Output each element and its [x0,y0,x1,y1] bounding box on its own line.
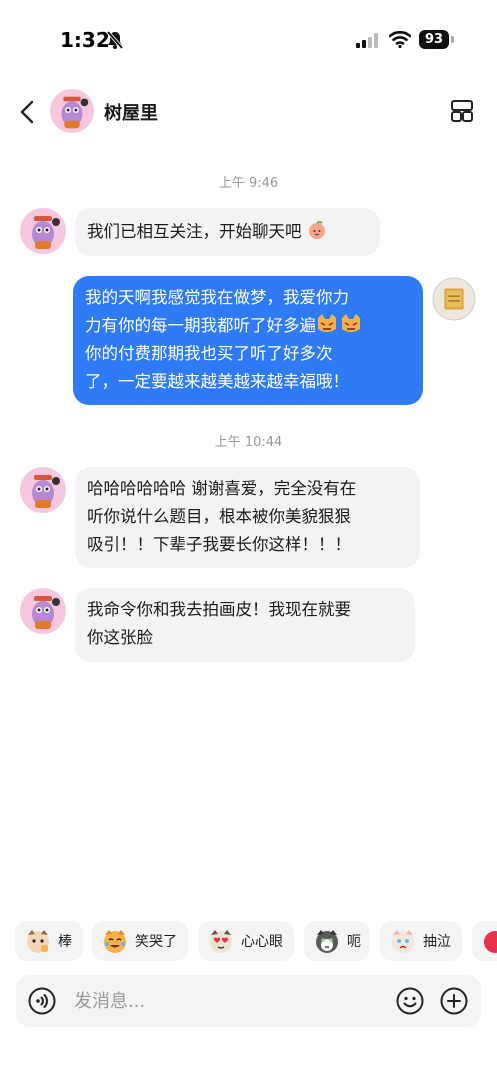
quick-reply-chip-partial[interactable] [472,921,497,961]
cat-heart-eyes-icon [210,930,232,953]
message-line: 哈哈哈哈哈哈 谢谢喜爱，完全没有在 [87,479,357,498]
cat-laugh-cry-icon [104,930,126,953]
cat-emoji-icon [484,931,497,953]
quick-reply-chip[interactable]: 棒 [15,921,83,961]
message-line: 我命令你和我去拍画皮！我现在就要 [87,600,351,619]
message-timestamp: 上午 10:44 [214,435,283,450]
battery-indicator: 93 [419,30,449,49]
quick-reply-chip[interactable]: 呃 [304,921,370,961]
status-time: 1:32 [60,28,110,52]
message-line: 我的天啊我感觉我在做梦，我爱你力 [85,288,349,307]
layout-grid-icon[interactable] [450,99,474,123]
quick-reply-label: 呃 [347,934,361,950]
quick-reply-chip[interactable]: 抽泣 [380,921,462,961]
message-line: 你这张脸 [87,628,153,647]
message-line: 你的付费那期我也买了听了好多次 [85,344,333,363]
avatar[interactable] [20,467,66,513]
avatar[interactable] [50,89,94,133]
quick-reply-chip[interactable]: 笑哭了 [92,921,188,961]
message-bubble-incoming[interactable]: 我命令你和我去拍画皮！我现在就要 你这张脸 [75,588,415,662]
avatar[interactable] [432,277,476,321]
cat-awkward-icon [316,930,338,953]
message-bubble-incoming[interactable]: 我们已相互关注，开始聊天吧 [75,208,380,256]
message-line: 吸引！！下辈子我要长你这样！！！ [87,535,351,554]
quick-reply-label: 抽泣 [423,934,451,950]
quick-reply-bar: 棒 笑哭了 心心眼 呃 抽泣 [0,921,497,963]
wifi-icon [389,30,411,48]
chevron-left-icon[interactable] [16,98,40,126]
voice-icon[interactable] [28,987,56,1015]
page-title: 树屋里 [104,103,158,124]
quick-reply-label: 棒 [58,934,72,950]
cellular-signal-icon [356,33,378,48]
quick-reply-label: 笑哭了 [135,934,177,950]
quick-reply-label: 心心眼 [241,934,283,950]
chat-header: 树屋里 [0,80,497,144]
message-bubble-outgoing[interactable]: 我的天啊我感觉我在做梦，我爱你力 力有你的每一期我都听了好多遍 你的付费那期我也… [73,276,423,405]
peach-emoji-icon [308,221,325,239]
message-input-bar [16,975,481,1027]
avatar[interactable] [20,588,66,634]
cat-sob-icon [392,930,414,953]
message-line: 听你说什么题目，根本被你美貌狠狠 [87,507,351,526]
plus-icon[interactable] [440,987,468,1015]
message-bubble-incoming[interactable]: 哈哈哈哈哈哈 谢谢喜爱，完全没有在 听你说什么题目，根本被你美貌狠狠 吸引！！下… [75,467,420,568]
message-line: 力有你的每一期我都听了好多遍 [85,312,411,340]
bell-slash-icon [106,30,124,50]
battery-tip [451,36,454,43]
message-line: 了，一定要越来越美越来越幸福哦！ [85,372,349,391]
status-bar: 1:32 93 [0,0,497,80]
emoji-icon[interactable] [396,987,424,1015]
cat-emoji-icon [318,314,360,332]
message-input[interactable] [74,989,374,1013]
message-text: 我们已相互关注，开始聊天吧 [87,222,302,241]
cat-thumbs-up-icon [27,930,49,953]
avatar[interactable] [20,208,66,254]
message-timestamp: 上午 9:46 [218,176,279,191]
quick-reply-chip[interactable]: 心心眼 [198,921,294,961]
